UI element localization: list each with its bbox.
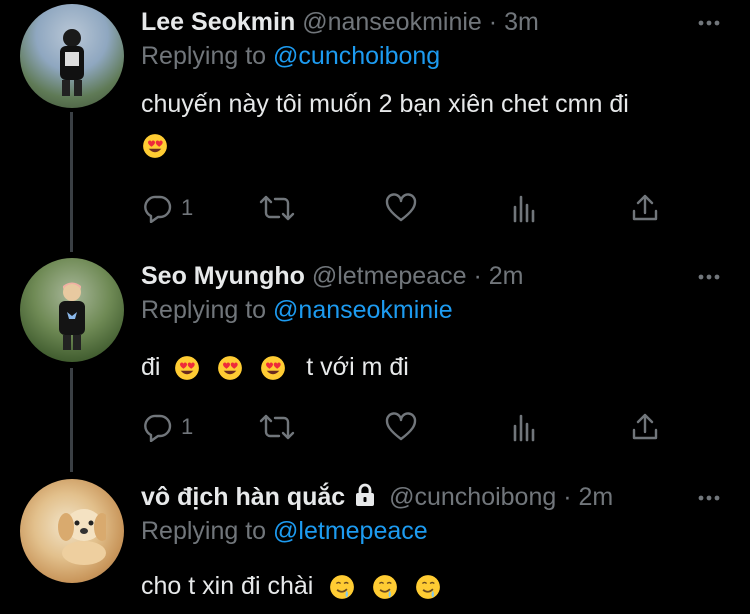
- comment-icon: [144, 414, 172, 442]
- reply-count: 1: [181, 195, 194, 220]
- more-icon[interactable]: [696, 10, 722, 42]
- timestamp[interactable]: 3m: [504, 8, 539, 36]
- reply-count: 1: [181, 414, 194, 439]
- share-button[interactable]: [631, 410, 659, 444]
- drooling-face-emoji: [414, 573, 442, 601]
- avatar-image: [59, 282, 85, 350]
- avatar-image: [58, 509, 106, 565]
- tweet-header: vô địch hàn quắc @cunchoibong · 2m: [141, 483, 613, 512]
- views-button[interactable]: [511, 410, 539, 444]
- separator-dot: ·: [473, 262, 482, 290]
- tweet-header: Lee Seokmin @nanseokminie · 3m: [141, 8, 539, 37]
- views-button[interactable]: [511, 191, 539, 225]
- replying-to-label: Replying to: [141, 517, 267, 545]
- replying-to-label: Replying to: [141, 42, 267, 70]
- lock-icon: [356, 483, 375, 506]
- display-name[interactable]: vô địch hàn quắc: [141, 483, 345, 511]
- share-button[interactable]: [631, 191, 659, 225]
- replying-to: Replying to @nanseokminie: [141, 296, 453, 325]
- analytics-icon: [513, 195, 535, 223]
- timestamp[interactable]: 2m: [489, 262, 524, 290]
- tweet-text-start: đi: [141, 353, 161, 381]
- share-icon: [632, 413, 658, 440]
- tweet-header: Seo Myungho @letmepeace · 2m: [141, 262, 523, 291]
- heart-icon: [385, 193, 417, 222]
- more-icon[interactable]: [696, 485, 722, 517]
- tweet-text: cho t xin đi chài: [141, 572, 442, 601]
- display-name[interactable]: Lee Seokmin: [141, 8, 295, 36]
- avatar[interactable]: [20, 479, 124, 583]
- avatar-image: [60, 29, 84, 96]
- tweet[interactable]: Seo Myungho @letmepeace · 2m Replying to…: [0, 250, 750, 475]
- retweet-icon: [259, 414, 295, 440]
- user-handle[interactable]: @letmepeace: [312, 262, 467, 290]
- user-handle[interactable]: @nanseokminie: [302, 8, 482, 36]
- avatar[interactable]: [20, 4, 124, 108]
- reply-button[interactable]: 1: [143, 191, 193, 225]
- retweet-button[interactable]: [259, 191, 295, 225]
- replying-to: Replying to @cunchoibong: [141, 42, 440, 71]
- tweet[interactable]: Lee Seokmin @nanseokminie · 3m Replying …: [0, 0, 750, 250]
- retweet-icon: [259, 195, 295, 221]
- tweet-text-end: t với m đi: [306, 353, 409, 381]
- like-button[interactable]: [385, 191, 417, 225]
- heart-icon: [385, 412, 417, 441]
- drooling-face-emoji: [328, 573, 356, 601]
- analytics-icon: [513, 414, 535, 442]
- replying-to: Replying to @letmepeace: [141, 517, 428, 546]
- heart-eyes-emoji: [173, 354, 201, 382]
- display-name[interactable]: Seo Myungho: [141, 262, 305, 290]
- tweet-text: đi t với m đi: [141, 353, 409, 382]
- reply-button[interactable]: 1: [143, 410, 193, 444]
- more-icon[interactable]: [696, 264, 722, 296]
- replying-to-mention[interactable]: @cunchoibong: [273, 42, 440, 70]
- comment-icon: [144, 195, 172, 223]
- timestamp[interactable]: 2m: [579, 483, 614, 511]
- user-handle[interactable]: @cunchoibong: [389, 483, 556, 511]
- replying-to-label: Replying to: [141, 296, 267, 324]
- heart-eyes-emoji: [216, 354, 244, 382]
- share-icon: [632, 194, 658, 221]
- replying-to-mention[interactable]: @letmepeace: [273, 517, 428, 545]
- tweet-actions: 1: [141, 410, 661, 444]
- tweet-text: chuyến này tôi muốn 2 bạn xiên chet cmn …: [141, 90, 629, 118]
- tweet-actions: 1: [141, 191, 661, 225]
- heart-eyes-emoji: [141, 132, 169, 160]
- tweet[interactable]: vô địch hàn quắc @cunchoibong · 2m Reply…: [0, 475, 750, 614]
- separator-dot: ·: [488, 8, 498, 36]
- heart-eyes-emoji: [259, 354, 287, 382]
- drooling-face-emoji: [371, 573, 399, 601]
- retweet-button[interactable]: [259, 410, 295, 444]
- separator-dot: ·: [563, 483, 572, 511]
- replying-to-mention[interactable]: @nanseokminie: [273, 296, 453, 324]
- tweet-text-start: cho t xin đi chài: [141, 572, 314, 600]
- avatar[interactable]: [20, 258, 124, 362]
- like-button[interactable]: [385, 410, 417, 444]
